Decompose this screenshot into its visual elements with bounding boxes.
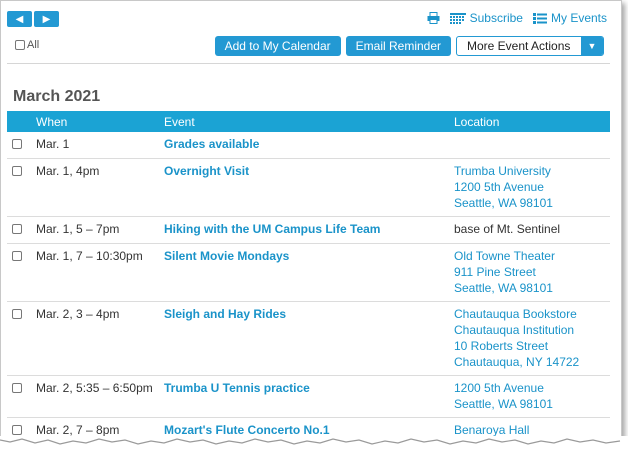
location-line[interactable]: Seattle, WA 98101: [454, 280, 610, 296]
event-location[interactable]: Old Towne Theater 911 Pine Street Seattle,…: [454, 244, 610, 302]
event-row: Mar. 2, 3 – 4pm Sleigh and Hay Rides Chaut…: [7, 302, 610, 376]
event-when: Mar. 1, 5 – 7pm: [36, 222, 120, 236]
add-to-calendar-button[interactable]: Add to My Calendar: [214, 36, 341, 56]
location-line[interactable]: 10 Roberts Street: [454, 338, 610, 354]
location-line[interactable]: Seattle, WA 98101: [454, 195, 610, 211]
event-when: Mar. 1: [36, 137, 70, 151]
event-select-cell: [7, 132, 36, 159]
event-location: base of Mt. Sentinel: [454, 217, 610, 244]
select-all[interactable]: All: [15, 39, 39, 51]
location-line[interactable]: 1200 5th Avenue: [454, 179, 610, 195]
event-row: Mar. 2, 5:35 – 6:50pm Trumba U Tennis pra…: [7, 376, 610, 418]
more-actions-label: More Event Actions: [467, 39, 571, 53]
event-title-link[interactable]: Sleigh and Hay Rides: [164, 302, 454, 376]
event-when: Mar. 2, 3 – 4pm: [36, 307, 120, 321]
event-row: Mar. 1, 4pm Overnight Visit Trumba Univers…: [7, 159, 610, 217]
action-bar: Add to My Calendar Email Reminder More E…: [214, 36, 604, 56]
event-location: [454, 132, 610, 159]
event-checkbox[interactable]: [12, 166, 22, 176]
event-checkbox[interactable]: [12, 383, 22, 393]
top-links: Subscribe My Events: [427, 11, 607, 25]
event-location[interactable]: 1200 5th Avenue Seattle, WA 98101: [454, 376, 610, 418]
event-select-cell: [7, 217, 36, 244]
header-event: Event: [164, 111, 454, 132]
torn-edge: [0, 436, 628, 458]
select-all-checkbox[interactable]: [15, 40, 25, 50]
location-line: base of Mt. Sentinel: [454, 222, 561, 236]
event-checkbox[interactable]: [12, 224, 22, 234]
event-title-link[interactable]: Trumba U Tennis practice: [164, 376, 454, 418]
header-when: When: [36, 111, 164, 132]
event-when: Mar. 2, 5:35 – 6:50pm: [36, 381, 153, 395]
header-checkbox-col: [7, 111, 36, 132]
event-location[interactable]: Trumba University 1200 5th Avenue Seattle,…: [454, 159, 610, 217]
event-checkbox[interactable]: [12, 425, 22, 435]
event-select-cell: [7, 244, 36, 302]
month-heading: March 2021: [13, 88, 101, 105]
event-select-cell: [7, 376, 36, 418]
calendar-window: ◀ ▶ Subscribe My Events All Add to My Ca…: [0, 0, 622, 448]
email-reminder-button[interactable]: Email Reminder: [345, 36, 451, 56]
event-select-cell: [7, 159, 36, 217]
event-row: Mar. 1, 7 – 10:30pm Silent Movie Mondays O…: [7, 244, 610, 302]
more-actions-dropdown[interactable]: More Event Actions ▼: [456, 36, 604, 56]
location-line[interactable]: Seattle, WA 98101: [454, 396, 610, 412]
list-icon: [532, 12, 547, 24]
event-title-link[interactable]: Overnight Visit: [164, 159, 454, 217]
prev-month-button[interactable]: ◀: [7, 11, 32, 27]
event-row: Mar. 1, 5 – 7pm Hiking with the UM Campus…: [7, 217, 610, 244]
event-select-cell: [7, 302, 36, 376]
printer-icon: [427, 12, 440, 24]
subscribe-link[interactable]: Subscribe: [449, 11, 523, 25]
location-line[interactable]: Chautauqua Institution: [454, 322, 610, 338]
event-when: Mar. 1, 7 – 10:30pm: [36, 249, 143, 263]
calendar-grid-icon: [449, 12, 466, 24]
my-events-link[interactable]: My Events: [532, 11, 607, 25]
location-line[interactable]: Chautauqua, NY 14722: [454, 354, 610, 370]
location-line[interactable]: Trumba University: [454, 163, 610, 179]
table-header: When Event Location: [7, 111, 610, 132]
print-link[interactable]: [427, 12, 440, 24]
header-location: Location: [454, 111, 610, 132]
location-line[interactable]: 1200 5th Avenue: [454, 380, 610, 396]
event-location[interactable]: Chautauqua Bookstore Chautauqua Instituti…: [454, 302, 610, 376]
month-nav: ◀ ▶: [7, 11, 59, 27]
divider: [7, 63, 610, 64]
event-checkbox[interactable]: [12, 139, 22, 149]
event-checkbox[interactable]: [12, 251, 22, 261]
event-title-link[interactable]: Hiking with the UM Campus Life Team: [164, 217, 454, 244]
my-events-label: My Events: [550, 11, 607, 25]
location-line[interactable]: 911 Pine Street: [454, 264, 610, 280]
event-title-link[interactable]: Grades available: [164, 132, 454, 159]
location-line[interactable]: Old Towne Theater: [454, 248, 610, 264]
event-checkbox[interactable]: [12, 309, 22, 319]
subscribe-label: Subscribe: [469, 11, 523, 25]
event-title-link[interactable]: Silent Movie Mondays: [164, 244, 454, 302]
events-table: When Event Location Mar. 1 Grades availab…: [7, 111, 610, 447]
select-all-label: All: [27, 39, 40, 51]
event-row: Mar. 1 Grades available: [7, 132, 610, 159]
location-line[interactable]: Chautauqua Bookstore: [454, 306, 610, 322]
event-when: Mar. 1, 4pm: [36, 164, 100, 178]
next-month-button[interactable]: ▶: [34, 11, 59, 27]
chevron-down-icon[interactable]: ▼: [581, 37, 603, 55]
